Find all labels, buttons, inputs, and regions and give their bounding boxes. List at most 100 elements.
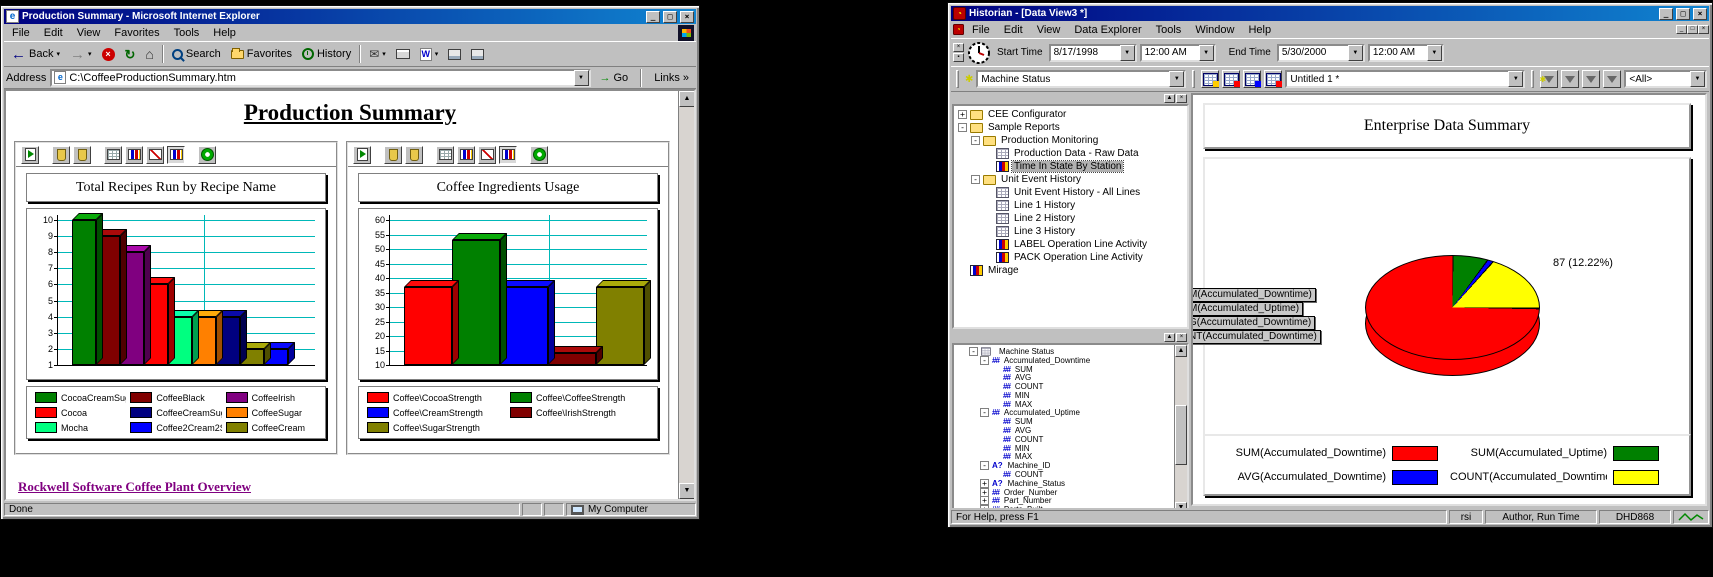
dropdown-arrow-icon[interactable]: ▾ <box>56 50 60 58</box>
save-data-view-button[interactable] <box>1243 70 1261 88</box>
discuss-button[interactable] <box>443 47 466 62</box>
maximize-button[interactable]: □ <box>663 11 677 23</box>
line-chart-view-button[interactable] <box>478 146 496 164</box>
menu-window[interactable]: Window <box>1188 23 1241 37</box>
close-data-view-button[interactable] <box>1264 70 1282 88</box>
tree-item-time-in-state-by-station[interactable]: Time In State By Station <box>954 160 1187 173</box>
end-date-combo[interactable]: 5/30/2000▼ <box>1277 44 1365 62</box>
bar3d-chart-view-button[interactable] <box>167 146 185 164</box>
collapse-icon[interactable]: - <box>980 408 989 417</box>
collapse-icon[interactable]: - <box>980 461 989 470</box>
home-button[interactable]: ⌂ <box>140 46 158 63</box>
tree-item-count[interactable]: ##COUNT <box>954 382 1187 391</box>
tree-item-avg[interactable]: ##AVG <box>954 426 1187 435</box>
tree-item-machine-status[interactable]: -Machine Status <box>954 347 1187 356</box>
mdi-close-button[interactable]: × <box>1698 25 1709 34</box>
view-combo[interactable]: Untitled 1 *▼ <box>1285 70 1525 88</box>
expand-icon[interactable]: + <box>980 488 989 497</box>
collapse-icon[interactable]: - <box>971 136 980 145</box>
collapse-icon[interactable]: - <box>969 347 978 356</box>
tree-item-sample-reports[interactable]: -Sample Reports <box>954 121 1187 134</box>
menu-file[interactable]: File <box>5 26 37 40</box>
report-button[interactable] <box>21 146 39 164</box>
tree-item-line-3-history[interactable]: Line 3 History <box>954 225 1187 238</box>
tree-item-sum[interactable]: ##SUM <box>954 417 1187 426</box>
bar-chart-view-button[interactable] <box>125 146 143 164</box>
scroll-thumb[interactable] <box>1175 405 1187 465</box>
dropdown-arrow-icon[interactable]: ▾ <box>88 50 92 58</box>
expand-icon[interactable]: + <box>980 479 989 488</box>
dropdown-arrow-icon[interactable]: ▾ <box>435 50 439 58</box>
menu-edit[interactable]: Edit <box>37 26 70 40</box>
tree-item-machine-id[interactable]: -A?Machine_ID <box>954 461 1187 470</box>
report-combo[interactable]: Machine Status▼ <box>976 70 1186 88</box>
collapse-icon[interactable]: - <box>971 175 980 184</box>
pane-collapse-icon[interactable]: ▲ <box>1164 333 1175 342</box>
close-button[interactable]: × <box>680 11 694 23</box>
refresh-button[interactable] <box>530 146 548 164</box>
tree-item-production-monitoring[interactable]: -Production Monitoring <box>954 134 1187 147</box>
tree-item-sum[interactable]: ##SUM <box>954 365 1187 374</box>
links-button[interactable]: Links » <box>649 70 694 86</box>
search-button[interactable]: Search <box>167 46 226 62</box>
menu-help[interactable]: Help <box>206 26 243 40</box>
filter-add-button[interactable]: ✱ <box>1540 70 1558 88</box>
toolbar-mini-buttons[interactable]: ×▪ <box>953 43 964 62</box>
address-input[interactable]: e C:\CoffeeProductionSummary.htm ▼ <box>50 69 590 87</box>
tree-scrollbar[interactable]: ▲ ▼ <box>1174 345 1187 508</box>
menu-data-explorer[interactable]: Data Explorer <box>1067 23 1148 37</box>
start-date-combo[interactable]: 8/17/1998▼ <box>1049 44 1137 62</box>
filter-edit-button[interactable] <box>1561 70 1579 88</box>
tree-item-part-number[interactable]: +##Part_Number <box>954 497 1187 506</box>
filter-combo[interactable]: <All>▼ <box>1624 70 1707 88</box>
scroll-down-icon[interactable]: ▼ <box>679 483 695 499</box>
tree-item-production-data-raw-data[interactable]: Production Data - Raw Data <box>954 147 1187 160</box>
refresh-button[interactable] <box>198 146 216 164</box>
scroll-down-icon[interactable]: ▼ <box>1175 502 1187 508</box>
page-scrollbar[interactable]: ▲ ▼ <box>678 91 694 499</box>
minimize-button[interactable]: _ <box>646 11 660 23</box>
filter-apply-button[interactable] <box>1582 70 1600 88</box>
mdi-restore-button[interactable]: □ <box>1687 25 1698 34</box>
toolbar-grip[interactable] <box>956 70 959 88</box>
favorites-button[interactable]: Favorites <box>226 46 297 62</box>
mdi-minimize-button[interactable]: _ <box>1676 25 1687 34</box>
tree-item-parts-built[interactable]: +##Parts_Built <box>954 505 1187 508</box>
tree-item-count[interactable]: ##COUNT <box>954 435 1187 444</box>
refresh-button[interactable]: ↻ <box>120 46 141 63</box>
menu-view[interactable]: View <box>1030 23 1068 37</box>
tree-item-pack-operation-line-activity[interactable]: PACK Operation Line Activity <box>954 251 1187 264</box>
new-data-view-button[interactable] <box>1201 70 1219 88</box>
toolbar-grip[interactable] <box>1192 70 1195 88</box>
tree-item-unit-event-history-all-lines[interactable]: Unit Event History - All Lines <box>954 186 1187 199</box>
tree-item-label-operation-line-activity[interactable]: LABEL Operation Line Activity <box>954 238 1187 251</box>
minimize-button[interactable]: _ <box>1659 8 1673 20</box>
pane-collapse-icon[interactable]: ▲ <box>1164 94 1175 103</box>
tree-item-max[interactable]: ##MAX <box>954 453 1187 462</box>
maximize-button[interactable]: □ <box>1676 8 1690 20</box>
filter-remove-button[interactable] <box>1603 70 1621 88</box>
parameter-1-button[interactable] <box>384 146 402 164</box>
collapse-icon[interactable]: - <box>958 123 967 132</box>
tree-item-order-number[interactable]: +##Order_Number <box>954 488 1187 497</box>
menu-file[interactable]: File <box>965 23 997 37</box>
menu-favorites[interactable]: Favorites <box>107 26 166 40</box>
menu-tools[interactable]: Tools <box>167 26 207 40</box>
expand-icon[interactable]: + <box>980 496 989 505</box>
tree-item-accumulated-downtime[interactable]: -##Accumulated_Downtime <box>954 356 1187 365</box>
tree-item-avg[interactable]: ##AVG <box>954 373 1187 382</box>
tree-item-min[interactable]: ##MIN <box>954 391 1187 400</box>
close-button[interactable]: × <box>1693 8 1707 20</box>
delete-data-view-button[interactable] <box>1222 70 1240 88</box>
parameter-2-button[interactable] <box>405 146 423 164</box>
report-button[interactable] <box>353 146 371 164</box>
mail-button[interactable]: ✉▾ <box>364 46 391 62</box>
ie-title-bar[interactable]: e Production Summary - Microsoft Interne… <box>4 9 696 24</box>
pane-close-icon[interactable]: × <box>1176 94 1187 103</box>
toolbar-grip[interactable] <box>1531 70 1534 88</box>
parameter-1-button[interactable] <box>52 146 70 164</box>
menu-help[interactable]: Help <box>1241 23 1278 37</box>
stop-button[interactable]: × <box>97 46 120 63</box>
tree-item-count[interactable]: ##COUNT <box>954 470 1187 479</box>
bar-chart-view-button[interactable] <box>457 146 475 164</box>
